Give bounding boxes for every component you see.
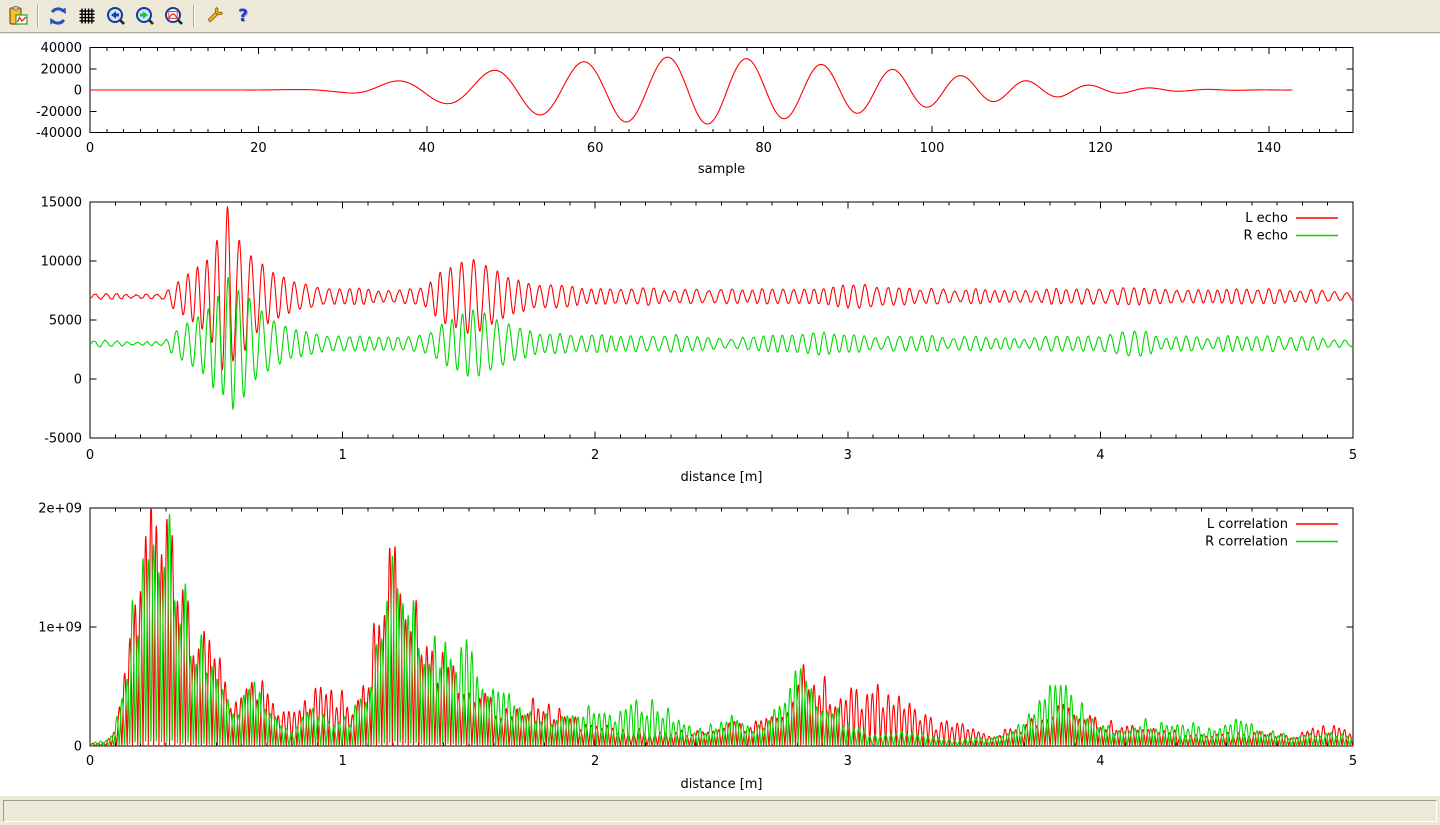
svg-text:2e+09: 2e+09 xyxy=(38,502,82,517)
svg-text:60: 60 xyxy=(587,141,604,156)
help-button[interactable]: ? ? xyxy=(230,3,256,29)
svg-text:L correlation: L correlation xyxy=(1207,517,1288,532)
previous-zoom-button[interactable] xyxy=(103,3,129,29)
svg-text:4: 4 xyxy=(1096,448,1104,463)
zoom-autoscale-icon xyxy=(163,5,185,27)
question-mark-icon: ? ? xyxy=(232,5,254,27)
svg-text:10000: 10000 xyxy=(41,255,82,270)
toolbar-separator xyxy=(37,5,39,27)
replot-button[interactable] xyxy=(45,3,71,29)
gnuplot-window: ? ? 020406080100120140-40000-20000020000… xyxy=(0,0,1440,825)
svg-text:R correlation: R correlation xyxy=(1205,535,1288,550)
svg-text:2: 2 xyxy=(591,754,599,769)
svg-text:1: 1 xyxy=(338,448,346,463)
next-zoom-button[interactable] xyxy=(132,3,158,29)
plots-svg[interactable]: 020406080100120140-40000-200000200004000… xyxy=(0,34,1440,795)
svg-text:L echo: L echo xyxy=(1245,211,1288,226)
svg-text:5: 5 xyxy=(1349,754,1357,769)
svg-text:1: 1 xyxy=(338,754,346,769)
svg-text:0: 0 xyxy=(74,84,82,99)
svg-text:100: 100 xyxy=(920,141,945,156)
autoscale-button[interactable] xyxy=(161,3,187,29)
svg-text:sample: sample xyxy=(698,162,745,177)
toolbar-separator xyxy=(193,5,195,27)
svg-text:3: 3 xyxy=(844,754,852,769)
svg-text:80: 80 xyxy=(755,141,772,156)
svg-text:15000: 15000 xyxy=(41,196,82,211)
zoom-previous-icon xyxy=(105,5,127,27)
svg-text:-20000: -20000 xyxy=(36,105,82,120)
svg-text:140: 140 xyxy=(1256,141,1281,156)
grid-icon xyxy=(76,5,98,27)
svg-text:0: 0 xyxy=(86,141,94,156)
svg-text:2: 2 xyxy=(591,448,599,463)
svg-text:0: 0 xyxy=(74,373,82,388)
copy-to-clipboard-button[interactable] xyxy=(5,3,31,29)
status-text xyxy=(3,800,1437,822)
zoom-next-icon xyxy=(134,5,156,27)
svg-text:distance [m]: distance [m] xyxy=(680,777,762,792)
svg-text:R echo: R echo xyxy=(1243,229,1288,244)
svg-text:3: 3 xyxy=(844,448,852,463)
svg-text:0: 0 xyxy=(74,740,82,755)
toolbar: ? ? xyxy=(0,0,1440,33)
wrench-icon xyxy=(203,5,225,27)
svg-text:5000: 5000 xyxy=(49,314,82,329)
clipboard-chart-icon xyxy=(7,5,29,27)
svg-text:0: 0 xyxy=(86,448,94,463)
pulse-plot: 0 20 40 60 80 100 120 140 -40000 -20000 0 20000 4000… xyxy=(36,41,1353,177)
svg-text:120: 120 xyxy=(1088,141,1113,156)
toggle-grid-button[interactable] xyxy=(74,3,100,29)
svg-text:4: 4 xyxy=(1096,754,1104,769)
svg-text:distance [m]: distance [m] xyxy=(680,470,762,485)
correlation-plot: 0 1 2 3 4 5 0 1e+09 2e+09 distance [m] L correlati… xyxy=(38,502,1357,793)
svg-text:40000: 40000 xyxy=(41,41,82,56)
svg-text:20: 20 xyxy=(250,141,267,156)
svg-text:-5000: -5000 xyxy=(44,432,82,447)
plot-canvas: 020406080100120140-40000-200000200004000… xyxy=(0,34,1440,795)
svg-text:40: 40 xyxy=(419,141,436,156)
echo-plot: 0 1 2 3 4 5 -5000 0 5000 10000 15000 distance [m] L … xyxy=(41,196,1358,486)
svg-text:0: 0 xyxy=(86,754,94,769)
configure-button[interactable] xyxy=(201,3,227,29)
svg-text:1e+09: 1e+09 xyxy=(38,621,82,636)
svg-text:20000: 20000 xyxy=(41,62,82,77)
svg-text:?: ? xyxy=(238,6,248,26)
svg-text:5: 5 xyxy=(1349,448,1357,463)
refresh-icon xyxy=(47,5,69,27)
status-bar xyxy=(0,795,1440,825)
svg-text:-40000: -40000 xyxy=(36,126,82,141)
